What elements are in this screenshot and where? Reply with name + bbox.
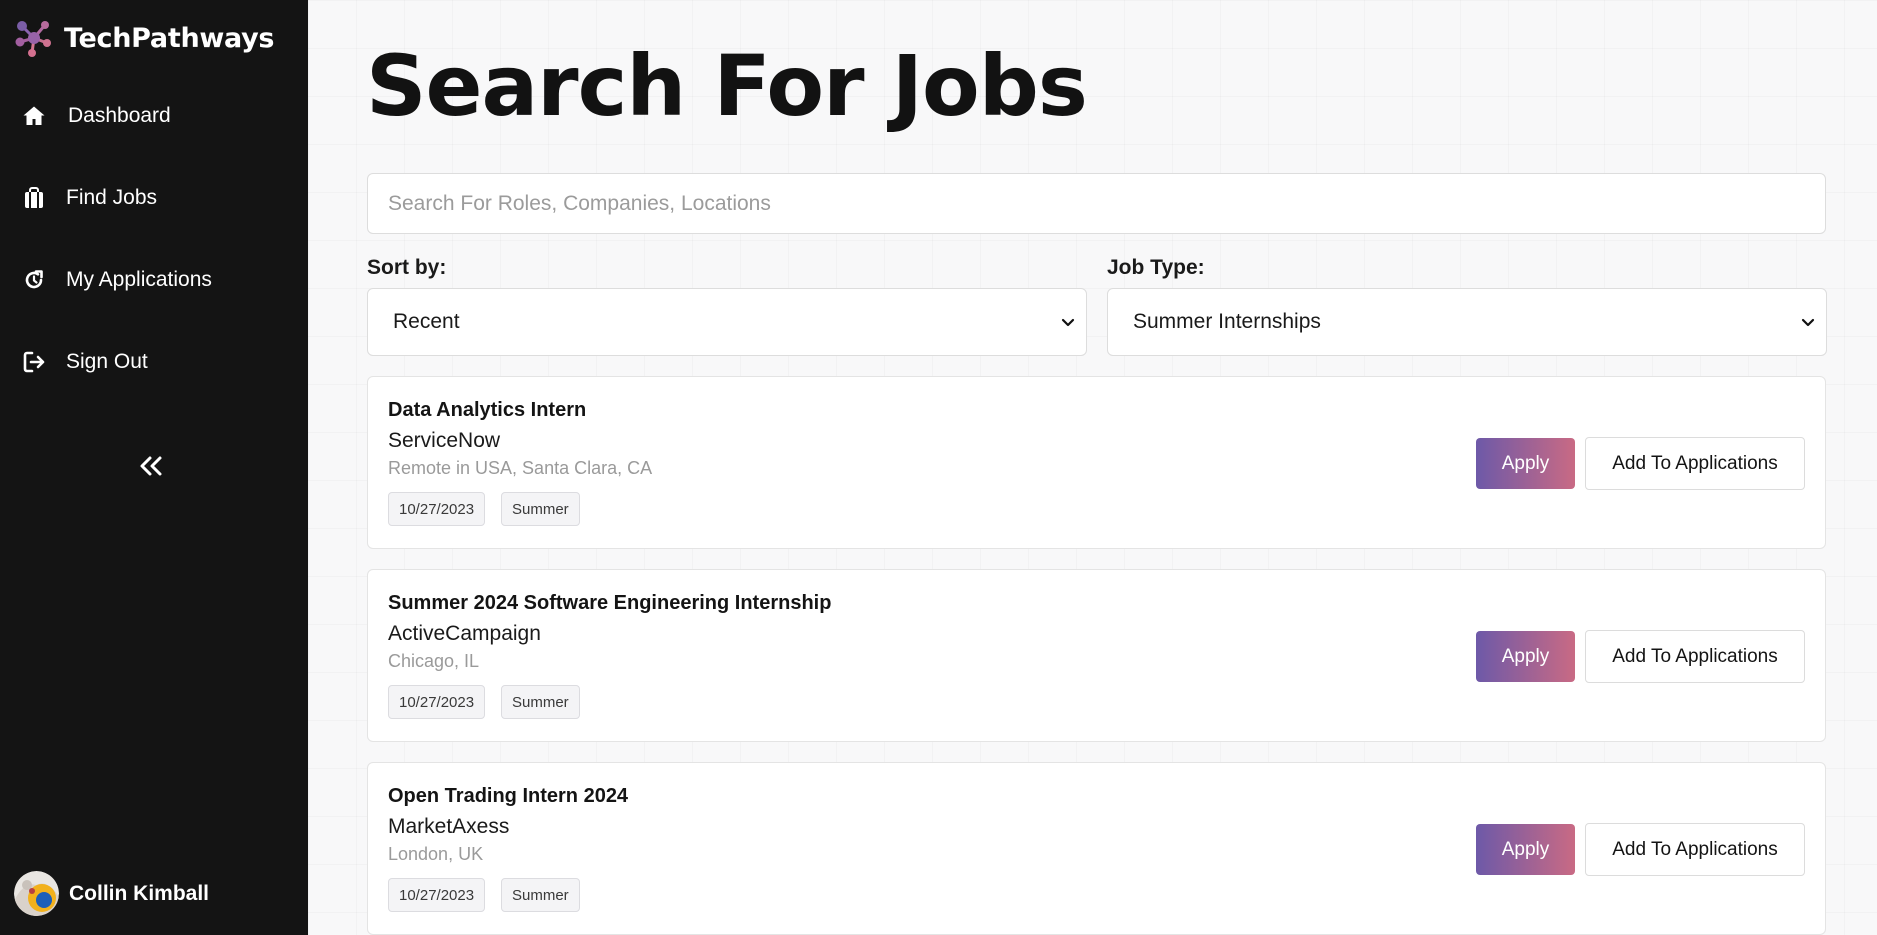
apply-button[interactable]: Apply	[1476, 824, 1575, 875]
sidebar-item-label: Sign Out	[66, 350, 148, 373]
collapse-sidebar-button[interactable]	[134, 446, 168, 486]
apply-button[interactable]: Apply	[1476, 438, 1575, 489]
add-to-applications-button[interactable]: Add To Applications	[1585, 437, 1805, 490]
briefcase-icon	[22, 186, 46, 210]
apply-button[interactable]: Apply	[1476, 631, 1575, 682]
season-tag: Summer	[501, 878, 580, 912]
job-title: Open Trading Intern 2024	[388, 785, 629, 807]
brand-name: TechPathways	[64, 22, 275, 54]
sidebar-item-label: Dashboard	[68, 104, 171, 127]
job-type-label: Job Type:	[1107, 256, 1205, 279]
date-tag: 10/27/2023	[388, 492, 486, 526]
chevron-down-icon	[1061, 318, 1075, 327]
double-chevron-left-icon	[140, 456, 162, 476]
home-icon	[22, 104, 46, 128]
job-card: Open Trading Intern 2024 MarketAxess Lon…	[367, 762, 1826, 935]
sidebar-item-sign-out[interactable]: Sign Out	[22, 350, 148, 374]
sidebar-item-label: My Applications	[66, 268, 212, 291]
sort-by-value: Recent	[393, 310, 460, 333]
refresh-icon	[22, 268, 46, 292]
job-company: ServiceNow	[388, 429, 501, 452]
sidebar: TechPathways Dashboard Find Jobs My Appl…	[0, 0, 308, 935]
date-tag: 10/27/2023	[388, 685, 486, 719]
sign-out-icon	[22, 350, 46, 374]
job-company: ActiveCampaign	[388, 622, 541, 645]
user-name: Collin Kimball	[69, 881, 210, 905]
sort-by-select[interactable]: Recent	[367, 288, 1087, 356]
search-input[interactable]	[367, 173, 1826, 234]
sidebar-item-label: Find Jobs	[66, 186, 158, 209]
add-to-applications-button[interactable]: Add To Applications	[1585, 630, 1805, 683]
job-type-select[interactable]: Summer Internships	[1107, 288, 1827, 356]
job-card: Summer 2024 Software Engineering Interns…	[367, 569, 1826, 742]
avatar	[14, 871, 59, 916]
date-tag: 10/27/2023	[388, 878, 486, 912]
sidebar-item-dashboard[interactable]: Dashboard	[22, 104, 171, 128]
sort-by-label: Sort by:	[367, 256, 447, 279]
job-company: MarketAxess	[388, 815, 510, 838]
add-to-applications-button[interactable]: Add To Applications	[1585, 823, 1805, 876]
chevron-down-icon	[1801, 318, 1815, 327]
job-location: Chicago, IL	[388, 651, 480, 671]
job-type-value: Summer Internships	[1133, 310, 1321, 333]
molecule-logo-icon	[15, 21, 51, 57]
user-profile[interactable]: Collin Kimball	[14, 871, 209, 916]
job-title: Data Analytics Intern	[388, 399, 587, 421]
brand[interactable]: TechPathways	[14, 18, 274, 58]
season-tag: Summer	[501, 492, 580, 526]
sidebar-item-find-jobs[interactable]: Find Jobs	[22, 186, 157, 210]
job-card: Data Analytics Intern ServiceNow Remote …	[367, 376, 1826, 549]
season-tag: Summer	[501, 685, 580, 719]
page-title: Search For Jobs	[366, 37, 1088, 135]
job-title: Summer 2024 Software Engineering Interns…	[388, 592, 832, 614]
job-location: Remote in USA, Santa Clara, CA	[388, 458, 653, 478]
sidebar-item-my-applications[interactable]: My Applications	[22, 268, 212, 292]
job-location: London, UK	[388, 844, 484, 864]
main-content: Search For Jobs Sort by: Recent Job Type…	[308, 0, 1877, 935]
